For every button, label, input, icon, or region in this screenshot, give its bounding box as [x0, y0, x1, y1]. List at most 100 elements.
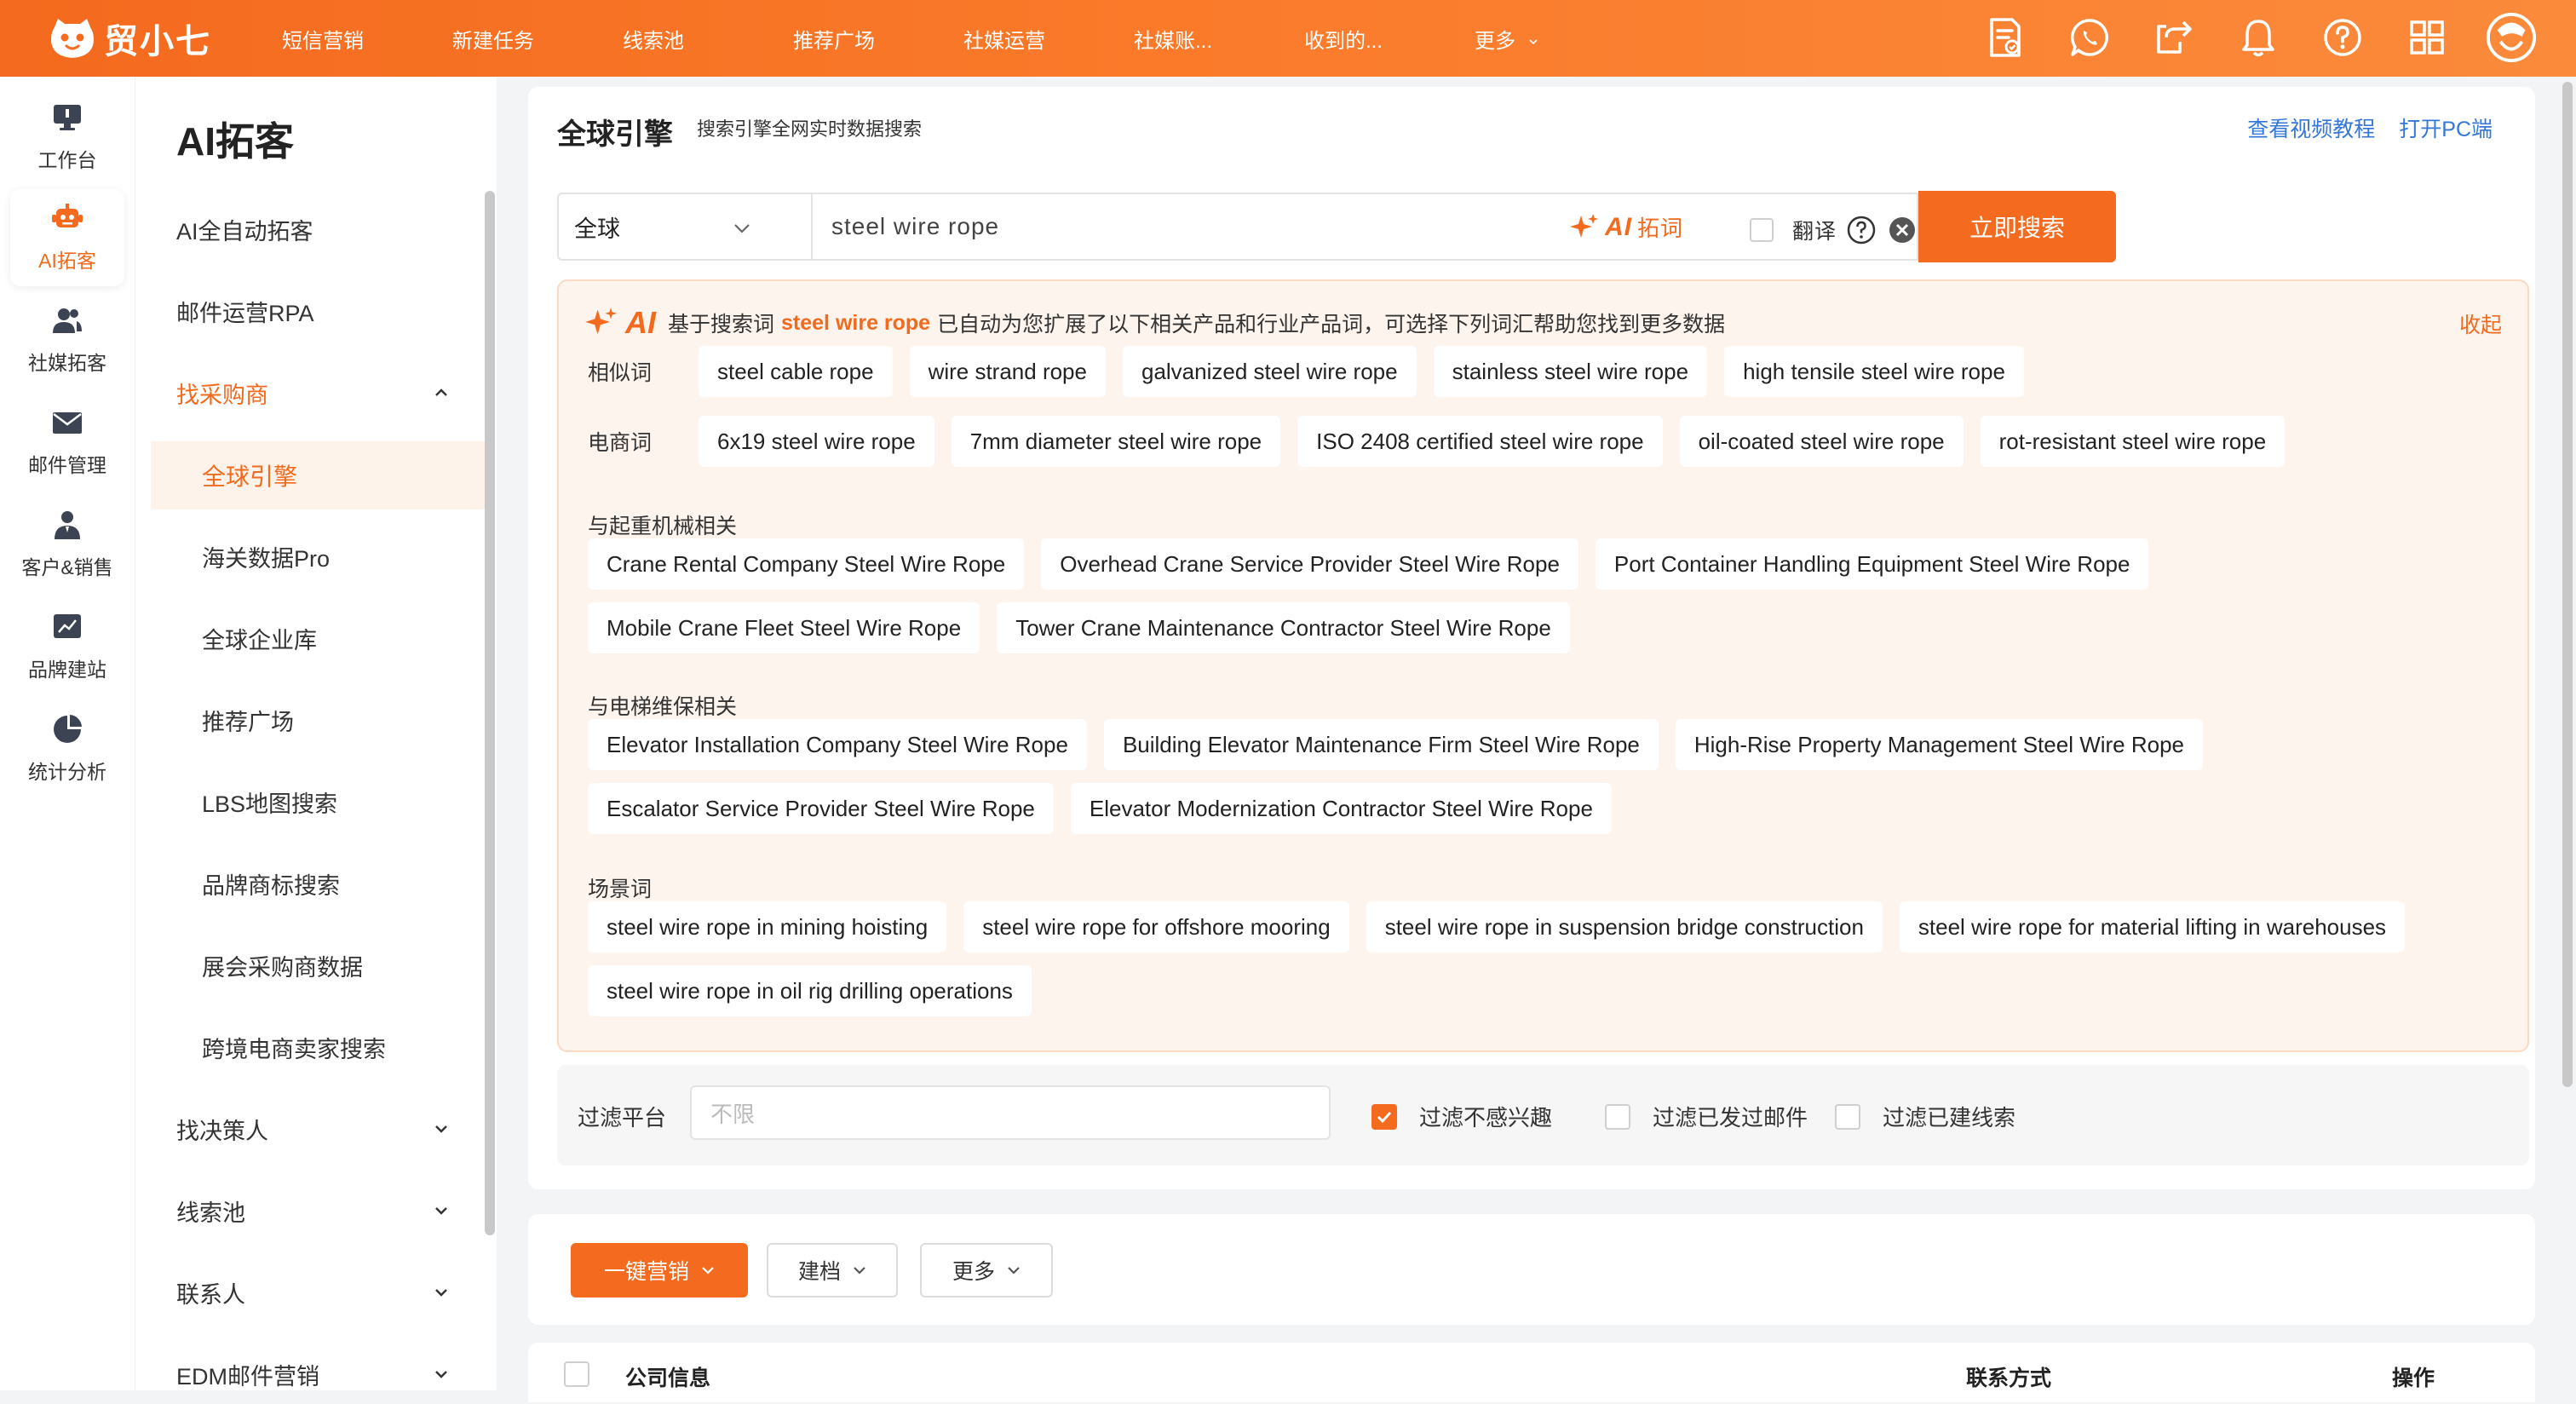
translate-label: 翻译 — [1792, 220, 1837, 244]
scene-chips-2: steel wire rope in oil rig drilling oper… — [588, 965, 1049, 1016]
search-button[interactable]: 立即搜索 — [1918, 191, 2116, 262]
keyword-chip[interactable]: Tower Crane Maintenance Contractor Steel… — [997, 602, 1570, 653]
filter-bar: 过滤平台 不限 过滤不感兴趣 过滤已发过邮件 过滤已建线索 — [557, 1065, 2529, 1165]
clear-icon[interactable] — [1888, 216, 1917, 245]
nav-social-accounts[interactable]: 社媒账... — [1134, 24, 1304, 54]
whatsapp-icon[interactable] — [2064, 12, 2115, 63]
keyword-chip[interactable]: high tensile steel wire rope — [1724, 346, 2024, 397]
keyword-chip[interactable]: ISO 2408 certified steel wire rope — [1297, 416, 1663, 467]
scene-section-label: 场景词 — [588, 878, 653, 901]
sidebar-group-lead-pool[interactable]: 线索池 — [176, 1181, 457, 1240]
keyword-chip[interactable]: Escalator Service Provider Steel Wire Ro… — [588, 783, 1054, 834]
sidebar-item-label: EDM邮件营销 — [176, 1363, 319, 1390]
translate-checkbox[interactable] — [1750, 218, 1774, 242]
keyword-chip[interactable]: Mobile Crane Fleet Steel Wire Rope — [588, 602, 980, 653]
keyword-chip[interactable]: steel wire rope in oil rig drilling oper… — [588, 965, 1032, 1016]
keyword-chip[interactable]: Elevator Installation Company Steel Wire… — [588, 719, 1087, 770]
collapse-link[interactable]: 收起 — [2459, 308, 2502, 339]
sidebar-scrollbar[interactable] — [485, 191, 495, 1235]
one-click-marketing-button[interactable]: 一键营销 — [571, 1243, 748, 1298]
share-export-icon[interactable] — [2148, 12, 2199, 63]
rail-item-customers-sales[interactable]: 客户&销售 — [10, 496, 124, 593]
filter-platform-input[interactable]: 不限 — [690, 1085, 1331, 1140]
sidebar-group-edm[interactable]: EDM邮件营销 — [176, 1344, 457, 1404]
filter-leads-checkbox[interactable] — [1835, 1103, 1860, 1130]
sidebar-item-label: 全球引擎 — [202, 463, 298, 490]
keyword-chip[interactable]: steel wire rope in mining hoisting — [588, 901, 947, 952]
crane-row-1: Crane Rental Company Steel Wire Rope Over… — [588, 538, 2165, 590]
nav-lead-pool[interactable]: 线索池 — [623, 24, 793, 54]
bell-icon[interactable] — [2233, 12, 2284, 63]
open-pc-link[interactable]: 打开PC端 — [2399, 112, 2493, 143]
nav-sms-marketing[interactable]: 短信营销 — [282, 24, 452, 54]
rail-item-social-prospect[interactable]: 社媒拓客 — [10, 291, 124, 388]
keyword-chip[interactable]: wire strand rope — [909, 346, 1106, 397]
more-button[interactable]: 更多 — [920, 1243, 1053, 1298]
scene-row-2: steel wire rope in oil rig drilling oper… — [588, 965, 1049, 1016]
sidebar-item-ai-auto[interactable]: AI全自动拓客 — [176, 199, 457, 259]
keyword-chip[interactable]: Elevator Modernization Contractor Steel … — [1070, 783, 1612, 834]
doc-check-icon[interactable] — [1980, 12, 2031, 63]
keyword-chip[interactable]: 6x19 steel wire rope — [699, 416, 934, 467]
keyword-chip[interactable]: 7mm diameter steel wire rope — [951, 416, 1281, 467]
keyword-chip[interactable]: steel cable rope — [699, 346, 893, 397]
video-tutorial-link[interactable]: 查看视频教程 — [2247, 112, 2375, 143]
region-select[interactable]: 全球 — [557, 193, 811, 261]
chevron-down-icon — [435, 1207, 447, 1215]
help-circle-icon[interactable] — [2317, 12, 2368, 63]
keyword-chip[interactable]: steel wire rope in suspension bridge con… — [1366, 901, 1883, 952]
user-avatar[interactable] — [2486, 12, 2537, 63]
rail-item-brand-site[interactable]: 品牌建站 — [10, 598, 124, 695]
filter-emailed-option[interactable]: 过滤已发过邮件 — [1605, 1101, 1808, 1132]
filter-leads-option[interactable]: 过滤已建线索 — [1835, 1101, 2015, 1132]
keyword-chip[interactable]: galvanized steel wire rope — [1122, 346, 1417, 397]
rail-item-mail[interactable]: 邮件管理 — [10, 394, 124, 491]
sidebar-group-find-buyer[interactable]: 找采购商 — [176, 363, 457, 423]
help-circle-icon[interactable] — [1847, 216, 1876, 245]
chevron-down-icon — [435, 1125, 447, 1133]
check-icon — [1377, 1111, 1392, 1123]
apps-grid-icon[interactable] — [2401, 12, 2452, 63]
elevator-chips-2: Escalator Service Provider Steel Wire Ro… — [588, 783, 1629, 834]
keyword-chip[interactable]: Crane Rental Company Steel Wire Rope — [588, 538, 1025, 590]
keyword-chip[interactable]: Port Container Handling Equipment Steel … — [1595, 538, 2149, 590]
nav-received[interactable]: 收到的... — [1304, 24, 1475, 54]
sidebar-item-mail-rpa[interactable]: 邮件运营RPA — [176, 281, 457, 341]
left-rail: 工作台 AI拓客 社媒拓客 邮件管理 客户&销售 品牌建站 统计分析 — [0, 77, 135, 1390]
filter-emailed-checkbox[interactable] — [1605, 1103, 1630, 1130]
nav-more[interactable]: 更多 — [1475, 24, 1645, 54]
keyword-chip[interactable]: rot-resistant steel wire rope — [1980, 416, 2286, 467]
rail-item-ai-prospect[interactable]: AI拓客 — [10, 189, 124, 286]
button-label: 一键营销 — [603, 1260, 689, 1284]
filter-uninterested-option[interactable]: 过滤不感兴趣 — [1371, 1101, 1552, 1132]
keyword-chip[interactable]: stainless steel wire rope — [1433, 346, 1708, 397]
keyword-chip[interactable]: Overhead Crane Service Provider Steel Wi… — [1041, 538, 1578, 590]
chevron-down-icon — [435, 1289, 447, 1297]
keyword-chip[interactable]: oil-coated steel wire rope — [1679, 416, 1964, 467]
search-input[interactable]: steel wire rope AI 拓词 翻译 — [811, 193, 1918, 261]
sidebar-group-decision-maker[interactable]: 找决策人 — [176, 1099, 457, 1159]
logo-icon — [51, 19, 94, 58]
keyword-chip[interactable]: High-Rise Property Management Steel Wire… — [1675, 719, 2204, 770]
brand-logo[interactable]: 贸小七 — [48, 14, 244, 63]
keyword-chip[interactable]: steel wire rope for offshore mooring — [963, 901, 1349, 952]
select-all-checkbox[interactable] — [564, 1361, 589, 1387]
keyword-chip[interactable]: steel wire rope for material lifting in … — [1899, 901, 2406, 952]
users-icon — [53, 308, 82, 333]
nav-recommend-square[interactable]: 推荐广场 — [793, 24, 963, 54]
filter-uninterested-checkbox[interactable] — [1371, 1103, 1397, 1130]
keyword-chip[interactable]: Building Elevator Maintenance Firm Steel… — [1103, 719, 1659, 770]
nav-new-task[interactable]: 新建任务 — [452, 24, 623, 54]
search-panel: 全球引擎 搜索引擎全网实时数据搜索 查看视频教程 打开PC端 全球 steel … — [528, 87, 2535, 1189]
ai-expand-toggle[interactable]: AI 拓词 — [1569, 211, 1683, 243]
rail-item-statistics[interactable]: 统计分析 — [10, 700, 124, 797]
sidebar-item-label: 找采购商 — [176, 382, 268, 408]
main-scrollbar[interactable] — [2562, 82, 2573, 1087]
region-value: 全球 — [574, 216, 620, 242]
top-nav: 短信营销 新建任务 线索池 推荐广场 社媒运营 社媒账... 收到的... 更多 — [282, 24, 1645, 54]
chevron-up-icon — [435, 388, 447, 396]
rail-item-workbench[interactable]: 工作台 — [10, 89, 124, 186]
sidebar-group-contacts[interactable]: 联系人 — [176, 1263, 457, 1322]
archive-button[interactable]: 建档 — [767, 1243, 898, 1298]
nav-social-ops[interactable]: 社媒运营 — [963, 24, 1134, 54]
